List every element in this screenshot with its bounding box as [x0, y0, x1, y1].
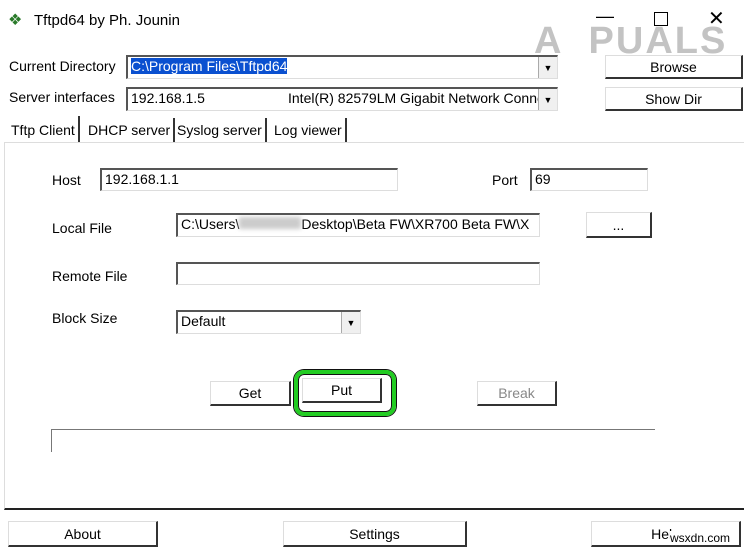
- chevron-down-icon[interactable]: ▼: [341, 312, 360, 333]
- get-button[interactable]: Get: [210, 381, 291, 406]
- remote-file-input[interactable]: [176, 262, 540, 285]
- block-size-select[interactable]: Default ▼: [176, 310, 361, 334]
- window-title: Tftpd64 by Ph. Jounin: [34, 12, 180, 29]
- progress-bar: [51, 429, 655, 452]
- port-label: Port: [492, 172, 518, 188]
- host-input[interactable]: 192.168.1.1: [100, 168, 398, 191]
- host-label: Host: [52, 172, 81, 188]
- tab-log-viewer[interactable]: Log viewer: [271, 118, 347, 142]
- block-size-value: Default: [181, 313, 226, 329]
- server-interfaces-combo[interactable]: 192.168.1.5 Intel(R) 82579LM Gigabit Net…: [126, 87, 558, 111]
- tab-tftp-client[interactable]: Tftp Client: [8, 116, 80, 143]
- local-file-input[interactable]: C:\Users\ Desktop\Beta FW\XR700 Beta FW\X: [176, 213, 540, 237]
- break-button[interactable]: Break: [477, 381, 557, 406]
- block-size-label: Block Size: [52, 310, 118, 326]
- remote-file-label: Remote File: [52, 268, 128, 284]
- port-input[interactable]: 69: [530, 168, 648, 191]
- tab-dhcp-server[interactable]: DHCP server: [85, 118, 176, 142]
- current-directory-combo[interactable]: C:\Program Files\Tftpd64 ▼: [126, 55, 558, 79]
- server-interface-ip: 192.168.1.5: [131, 90, 205, 106]
- about-button[interactable]: About: [8, 521, 158, 547]
- app-icon: ❖: [8, 12, 23, 29]
- watermark-site: wsxdn.com: [670, 531, 731, 545]
- current-directory-value: C:\Program Files\Tftpd64: [131, 58, 288, 74]
- server-interfaces-label: Server interfaces: [9, 89, 115, 105]
- settings-button[interactable]: Settings: [283, 521, 467, 547]
- local-file-label: Local File: [52, 220, 112, 236]
- chevron-down-icon[interactable]: ▼: [538, 57, 557, 78]
- tftp-client-panel: [4, 142, 744, 510]
- show-dir-button[interactable]: Show Dir: [605, 87, 743, 111]
- local-file-prefix: C:\Users\: [181, 216, 240, 232]
- tab-syslog-server[interactable]: Syslog server: [174, 118, 267, 142]
- local-file-suffix: Desktop\Beta FW\XR700 Beta FW\X: [301, 216, 530, 232]
- chevron-down-icon[interactable]: ▼: [538, 89, 557, 110]
- current-directory-label: Current Directory: [9, 58, 116, 74]
- browse-button[interactable]: Browse: [605, 55, 743, 79]
- browse-local-file-button[interactable]: ...: [586, 212, 652, 238]
- put-button[interactable]: Put: [302, 378, 382, 403]
- server-interface-name: Intel(R) 82579LM Gigabit Network Conne: [288, 90, 545, 106]
- redacted-username: [239, 217, 302, 229]
